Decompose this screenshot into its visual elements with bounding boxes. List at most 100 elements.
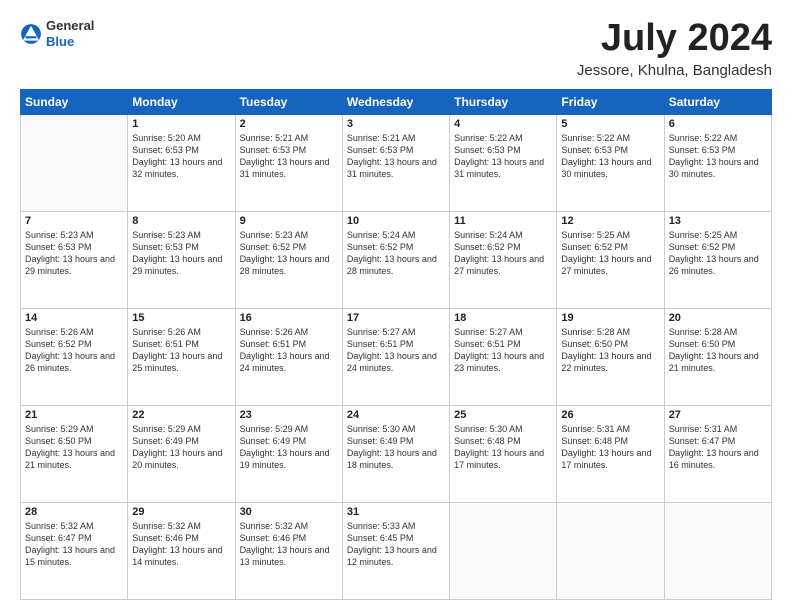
month-title: July 2024 [577,18,772,60]
table-row: 30Sunrise: 5:32 AM Sunset: 6:46 PM Dayli… [235,502,342,599]
table-row: 31 Sunrise: 5:33 AM Sunset: 6:45 PM Dayli… [342,502,449,599]
day-number: 2 [240,118,338,130]
day-info: Sunrise: 5:25 AM Sunset: 6:52 PM Dayligh… [669,229,767,278]
table-row: 24 Sunrise: 5:30 AM Sunset: 6:49 PM Dayli… [342,405,449,502]
day-info: Sunrise: 5:31 AM Sunset: 6:47 PM Dayligh… [669,423,767,472]
day-info: Sunrise: 5:33 AM Sunset: 6:45 PM Dayligh… [347,520,445,569]
table-row: 19 Sunrise: 5:28 AM Sunset: 6:50 PM Dayli… [557,308,664,405]
day-number: 26 [561,409,659,421]
table-row: 29Sunrise: 5:32 AM Sunset: 6:46 PM Dayli… [128,502,235,599]
day-info: Sunrise: 5:20 AM Sunset: 6:53 PM Dayligh… [132,132,230,181]
calendar-week-row: 21 Sunrise: 5:29 AM Sunset: 6:50 PM Dayli… [21,405,772,502]
day-info: Sunrise: 5:28 AM Sunset: 6:50 PM Dayligh… [669,326,767,375]
day-number: 17 [347,312,445,324]
table-row: 22 Sunrise: 5:29 AM Sunset: 6:49 PM Dayli… [128,405,235,502]
day-info: Sunrise: 5:29 AM Sunset: 6:49 PM Dayligh… [132,423,230,472]
day-number: 16 [240,312,338,324]
day-number: 3 [347,118,445,130]
calendar-week-row: 1 Sunrise: 5:20 AM Sunset: 6:53 PM Daylig… [21,114,772,211]
day-info: Sunrise: 5:23 AM Sunset: 6:53 PM Dayligh… [132,229,230,278]
day-info: Sunrise: 5:26 AM Sunset: 6:51 PM Dayligh… [240,326,338,375]
table-row: 23 Sunrise: 5:29 AM Sunset: 6:49 PM Dayli… [235,405,342,502]
table-row [21,114,128,211]
table-row: 26Sunrise: 5:31 AM Sunset: 6:48 PM Dayli… [557,405,664,502]
day-number: 23 [240,409,338,421]
day-info: Sunrise: 5:22 AM Sunset: 6:53 PM Dayligh… [454,132,552,181]
calendar-header-row: Sunday Monday Tuesday Wednesday Thursday… [21,89,772,114]
day-info: Sunrise: 5:27 AM Sunset: 6:51 PM Dayligh… [454,326,552,375]
col-sunday: Sunday [21,89,128,114]
day-info: Sunrise: 5:21 AM Sunset: 6:53 PM Dayligh… [240,132,338,181]
day-number: 24 [347,409,445,421]
day-info: Sunrise: 5:26 AM Sunset: 6:51 PM Dayligh… [132,326,230,375]
calendar-week-row: 14 Sunrise: 5:26 AM Sunset: 6:52 PM Dayli… [21,308,772,405]
day-info: Sunrise: 5:29 AM Sunset: 6:50 PM Dayligh… [25,423,123,472]
table-row: 8Sunrise: 5:23 AM Sunset: 6:53 PM Daylig… [128,211,235,308]
table-row: 1 Sunrise: 5:20 AM Sunset: 6:53 PM Daylig… [128,114,235,211]
table-row: 7 Sunrise: 5:23 AM Sunset: 6:53 PM Daylig… [21,211,128,308]
day-number: 15 [132,312,230,324]
logo: General Blue [20,18,94,49]
table-row: 15 Sunrise: 5:26 AM Sunset: 6:51 PM Dayli… [128,308,235,405]
day-info: Sunrise: 5:23 AM Sunset: 6:53 PM Dayligh… [25,229,123,278]
col-wednesday: Wednesday [342,89,449,114]
day-number: 4 [454,118,552,130]
day-info: Sunrise: 5:32 AM Sunset: 6:47 PM Dayligh… [25,520,123,569]
day-number: 1 [132,118,230,130]
day-info: Sunrise: 5:24 AM Sunset: 6:52 PM Dayligh… [454,229,552,278]
day-number: 20 [669,312,767,324]
table-row: 13 Sunrise: 5:25 AM Sunset: 6:52 PM Dayli… [664,211,771,308]
calendar-week-row: 7 Sunrise: 5:23 AM Sunset: 6:53 PM Daylig… [21,211,772,308]
col-thursday: Thursday [450,89,557,114]
header: General Blue July 2024 Jessore, Khulna, … [20,18,772,79]
day-info: Sunrise: 5:26 AM Sunset: 6:52 PM Dayligh… [25,326,123,375]
table-row: 12Sunrise: 5:25 AM Sunset: 6:52 PM Dayli… [557,211,664,308]
day-info: Sunrise: 5:30 AM Sunset: 6:49 PM Dayligh… [347,423,445,472]
table-row: 21 Sunrise: 5:29 AM Sunset: 6:50 PM Dayli… [21,405,128,502]
day-number: 6 [669,118,767,130]
day-number: 13 [669,215,767,227]
table-row: 9Sunrise: 5:23 AM Sunset: 6:52 PM Daylig… [235,211,342,308]
day-info: Sunrise: 5:28 AM Sunset: 6:50 PM Dayligh… [561,326,659,375]
location: Jessore, Khulna, Bangladesh [577,62,772,79]
day-info: Sunrise: 5:27 AM Sunset: 6:51 PM Dayligh… [347,326,445,375]
table-row: 20 Sunrise: 5:28 AM Sunset: 6:50 PM Dayli… [664,308,771,405]
page: General Blue July 2024 Jessore, Khulna, … [0,0,792,612]
table-row: 6 Sunrise: 5:22 AM Sunset: 6:53 PM Daylig… [664,114,771,211]
table-row: 11 Sunrise: 5:24 AM Sunset: 6:52 PM Dayli… [450,211,557,308]
table-row: 5Sunrise: 5:22 AM Sunset: 6:53 PM Daylig… [557,114,664,211]
day-info: Sunrise: 5:22 AM Sunset: 6:53 PM Dayligh… [561,132,659,181]
table-row: 2 Sunrise: 5:21 AM Sunset: 6:53 PM Daylig… [235,114,342,211]
day-info: Sunrise: 5:21 AM Sunset: 6:53 PM Dayligh… [347,132,445,181]
day-number: 10 [347,215,445,227]
day-info: Sunrise: 5:29 AM Sunset: 6:49 PM Dayligh… [240,423,338,472]
day-info: Sunrise: 5:30 AM Sunset: 6:48 PM Dayligh… [454,423,552,472]
day-number: 31 [347,506,445,518]
day-number: 14 [25,312,123,324]
day-info: Sunrise: 5:22 AM Sunset: 6:53 PM Dayligh… [669,132,767,181]
day-number: 7 [25,215,123,227]
day-number: 19 [561,312,659,324]
day-number: 18 [454,312,552,324]
col-monday: Monday [128,89,235,114]
day-number: 21 [25,409,123,421]
calendar-table: Sunday Monday Tuesday Wednesday Thursday… [20,89,772,600]
table-row: 27Sunrise: 5:31 AM Sunset: 6:47 PM Dayli… [664,405,771,502]
logo-general-text: General [46,18,94,33]
logo-blue-text: Blue [46,34,74,49]
day-number: 11 [454,215,552,227]
day-number: 22 [132,409,230,421]
table-row: 14 Sunrise: 5:26 AM Sunset: 6:52 PM Dayli… [21,308,128,405]
col-friday: Friday [557,89,664,114]
day-info: Sunrise: 5:24 AM Sunset: 6:52 PM Dayligh… [347,229,445,278]
table-row [450,502,557,599]
logo-icon [20,23,42,45]
col-tuesday: Tuesday [235,89,342,114]
day-info: Sunrise: 5:23 AM Sunset: 6:52 PM Dayligh… [240,229,338,278]
table-row: 28Sunrise: 5:32 AM Sunset: 6:47 PM Dayli… [21,502,128,599]
day-number: 29 [132,506,230,518]
day-info: Sunrise: 5:25 AM Sunset: 6:52 PM Dayligh… [561,229,659,278]
table-row: 25Sunrise: 5:30 AM Sunset: 6:48 PM Dayli… [450,405,557,502]
table-row: 10 Sunrise: 5:24 AM Sunset: 6:52 PM Dayli… [342,211,449,308]
table-row: 16 Sunrise: 5:26 AM Sunset: 6:51 PM Dayli… [235,308,342,405]
